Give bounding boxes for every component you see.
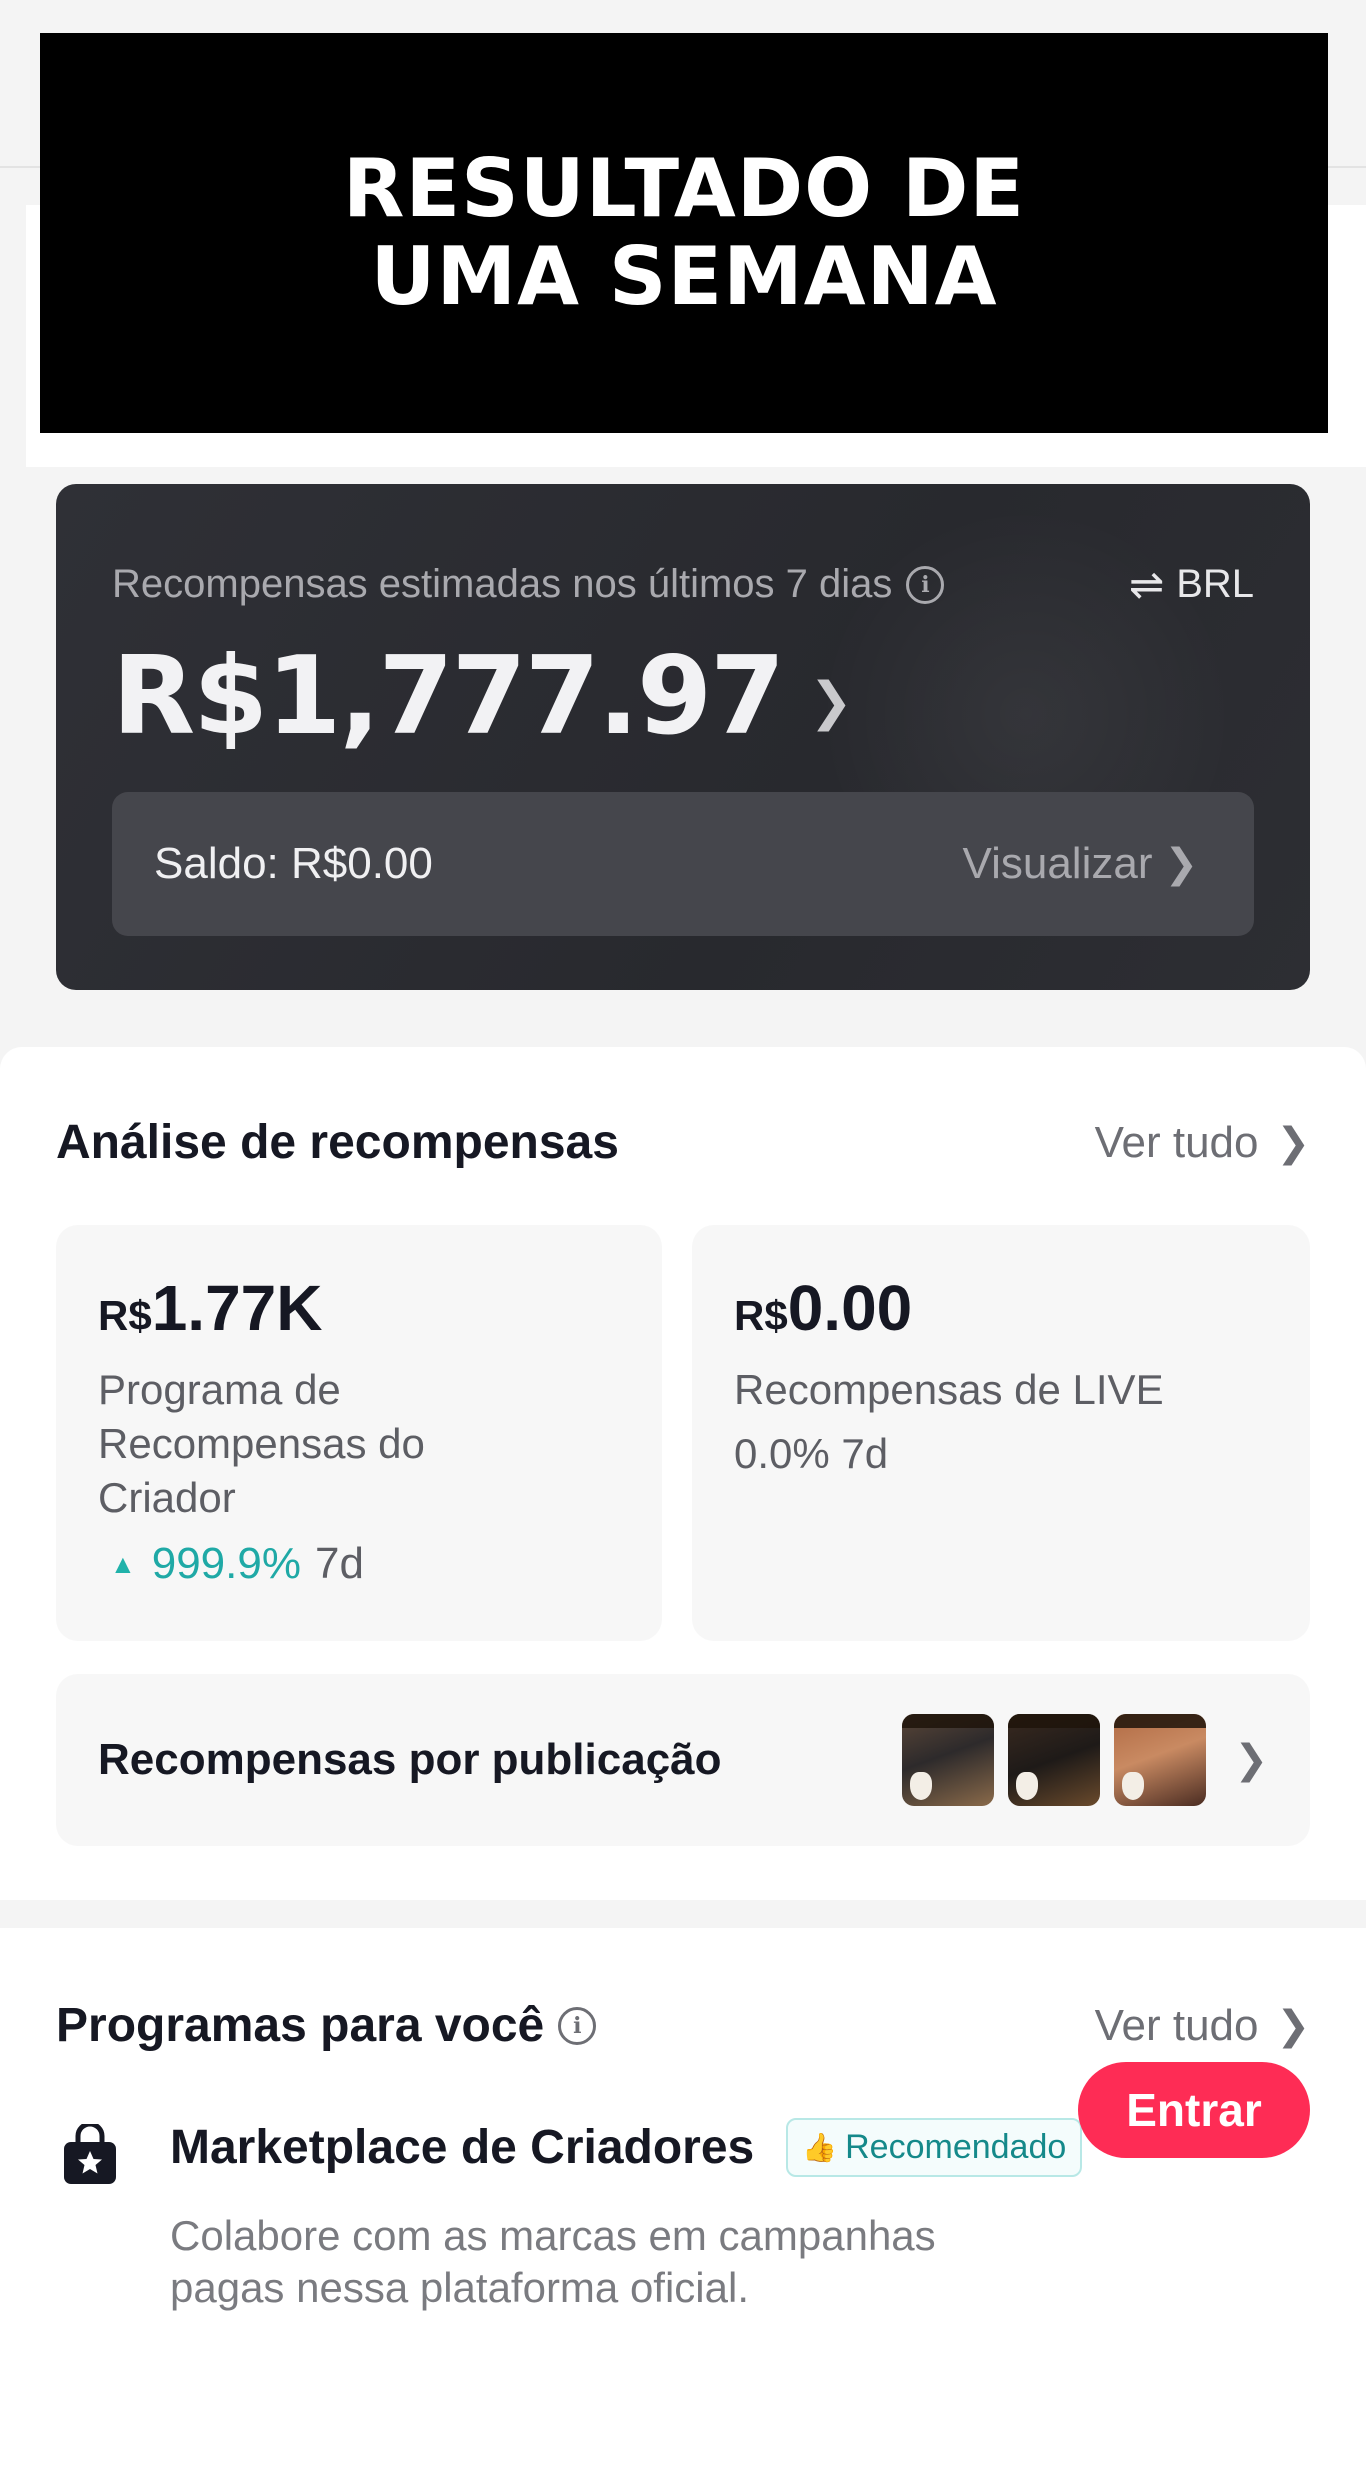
view-balance-label: Visualizar [962, 839, 1153, 888]
change-period: 7d [314, 1539, 364, 1588]
stat-change: ▲ 999.9% 7d [98, 1539, 620, 1589]
program-title: Marketplace de Criadores [170, 2121, 755, 2174]
rewards-header: Recompensas estimadas nos últimos 7 dias… [112, 560, 1254, 609]
stat-number: 1.77K [151, 1272, 323, 1344]
thumbs-up-icon: 👍 [802, 2132, 838, 2163]
shopping-bag-star-icon [64, 2124, 116, 2184]
creator-rewards-card[interactable]: R$ 1.77K Programa de Recompensas do Cria… [56, 1225, 662, 1641]
balance-label: Saldo: R$0.00 [154, 839, 433, 888]
stat-currency: R$ [734, 1292, 788, 1339]
see-all-label: Ver tudo [1094, 2000, 1259, 2050]
section-title: Análise de recompensas [56, 1116, 619, 1169]
rewards-by-post-label: Recompensas por publicação [98, 1735, 722, 1784]
stat-description: Programa de Recompensas do Criador [98, 1366, 425, 1521]
post-thumbnails [888, 1714, 1207, 1806]
view-balance-link[interactable]: Visualizar ❯ [963, 839, 1198, 889]
post-thumbnail [1114, 1714, 1207, 1806]
section-title: Programas para você [56, 1999, 545, 2052]
stat-currency: R$ [98, 1292, 152, 1339]
chevron-right-icon: ❯ [1234, 1738, 1268, 1782]
trend-up-icon: ▲ [110, 1548, 136, 1579]
live-rewards-card[interactable]: R$ 0.00 Recompensas de LIVE 0.0% 7d [692, 1225, 1310, 1641]
estimated-rewards-card[interactable]: Recompensas estimadas nos últimos 7 dias… [56, 484, 1310, 990]
rewards-by-post-row[interactable]: Recompensas por publicação ❯ [56, 1674, 1310, 1846]
currency-code: BRL [1176, 562, 1254, 606]
change-percent: 999.9% [151, 1539, 301, 1588]
rewards-analysis-section: Análise de recompensas Ver tudo ❯ R$ 1.7… [0, 1047, 1366, 1900]
overlay-banner: RESULTADO DE UMA SEMANA [40, 33, 1328, 433]
stat-number: 0.00 [787, 1272, 913, 1344]
swap-icon: ⇌ [1128, 561, 1165, 608]
balance-bar[interactable]: Saldo: R$0.00 Visualizar ❯ [112, 792, 1254, 936]
stat-value: R$ 0.00 [734, 1271, 1268, 1345]
chevron-right-icon: ❯ [1276, 2003, 1310, 2048]
info-icon[interactable]: i [558, 2006, 597, 2045]
programs-section: Programas para você i Ver tudo ❯ Marketp… [0, 1928, 1366, 2485]
chevron-right-icon: ❯ [809, 672, 853, 731]
rewards-period-label: Recompensas estimadas nos últimos 7 dias [112, 562, 893, 606]
currency-switch[interactable]: ⇌ BRL [1129, 560, 1254, 609]
post-thumbnail [902, 1714, 995, 1806]
stat-change: 0.0% 7d [734, 1430, 889, 1477]
section-title-group: Programas para você i [56, 1998, 597, 2053]
rewards-analysis-header: Análise de recompensas Ver tudo ❯ [56, 1115, 1310, 1170]
enter-button[interactable]: Entrar [1078, 2062, 1310, 2158]
stat-description: Recompensas de LIVE [734, 1366, 1164, 1413]
program-description: Colabore com as marcas em campanhas paga… [170, 2212, 936, 2311]
see-all-link[interactable]: Ver tudo ❯ [1095, 1118, 1310, 1168]
rewards-label-group: Recompensas estimadas nos últimos 7 dias… [112, 562, 945, 607]
chevron-right-icon: ❯ [1276, 1120, 1310, 1165]
stat-value: R$ 1.77K [98, 1271, 620, 1345]
see-all-label: Ver tudo [1094, 1117, 1259, 1167]
program-title-row: Marketplace de Criadores 👍 Recomendado [170, 2118, 1083, 2177]
programs-header: Programas para você i Ver tudo ❯ [56, 1998, 1310, 2053]
post-thumbnail [1008, 1714, 1101, 1806]
banner-title: RESULTADO DE UMA SEMANA [342, 142, 1026, 323]
rewards-amount-row[interactable]: R$1,777.97 ❯ [112, 634, 853, 759]
info-icon[interactable]: i [906, 565, 945, 604]
see-all-link[interactable]: Ver tudo ❯ [1095, 2001, 1310, 2051]
rewards-amount: R$1,777.97 [112, 634, 785, 759]
recommended-badge: 👍 Recomendado [786, 2118, 1083, 2177]
badge-label: Recomendado [845, 2128, 1067, 2166]
chevron-right-icon: ❯ [1164, 842, 1198, 886]
